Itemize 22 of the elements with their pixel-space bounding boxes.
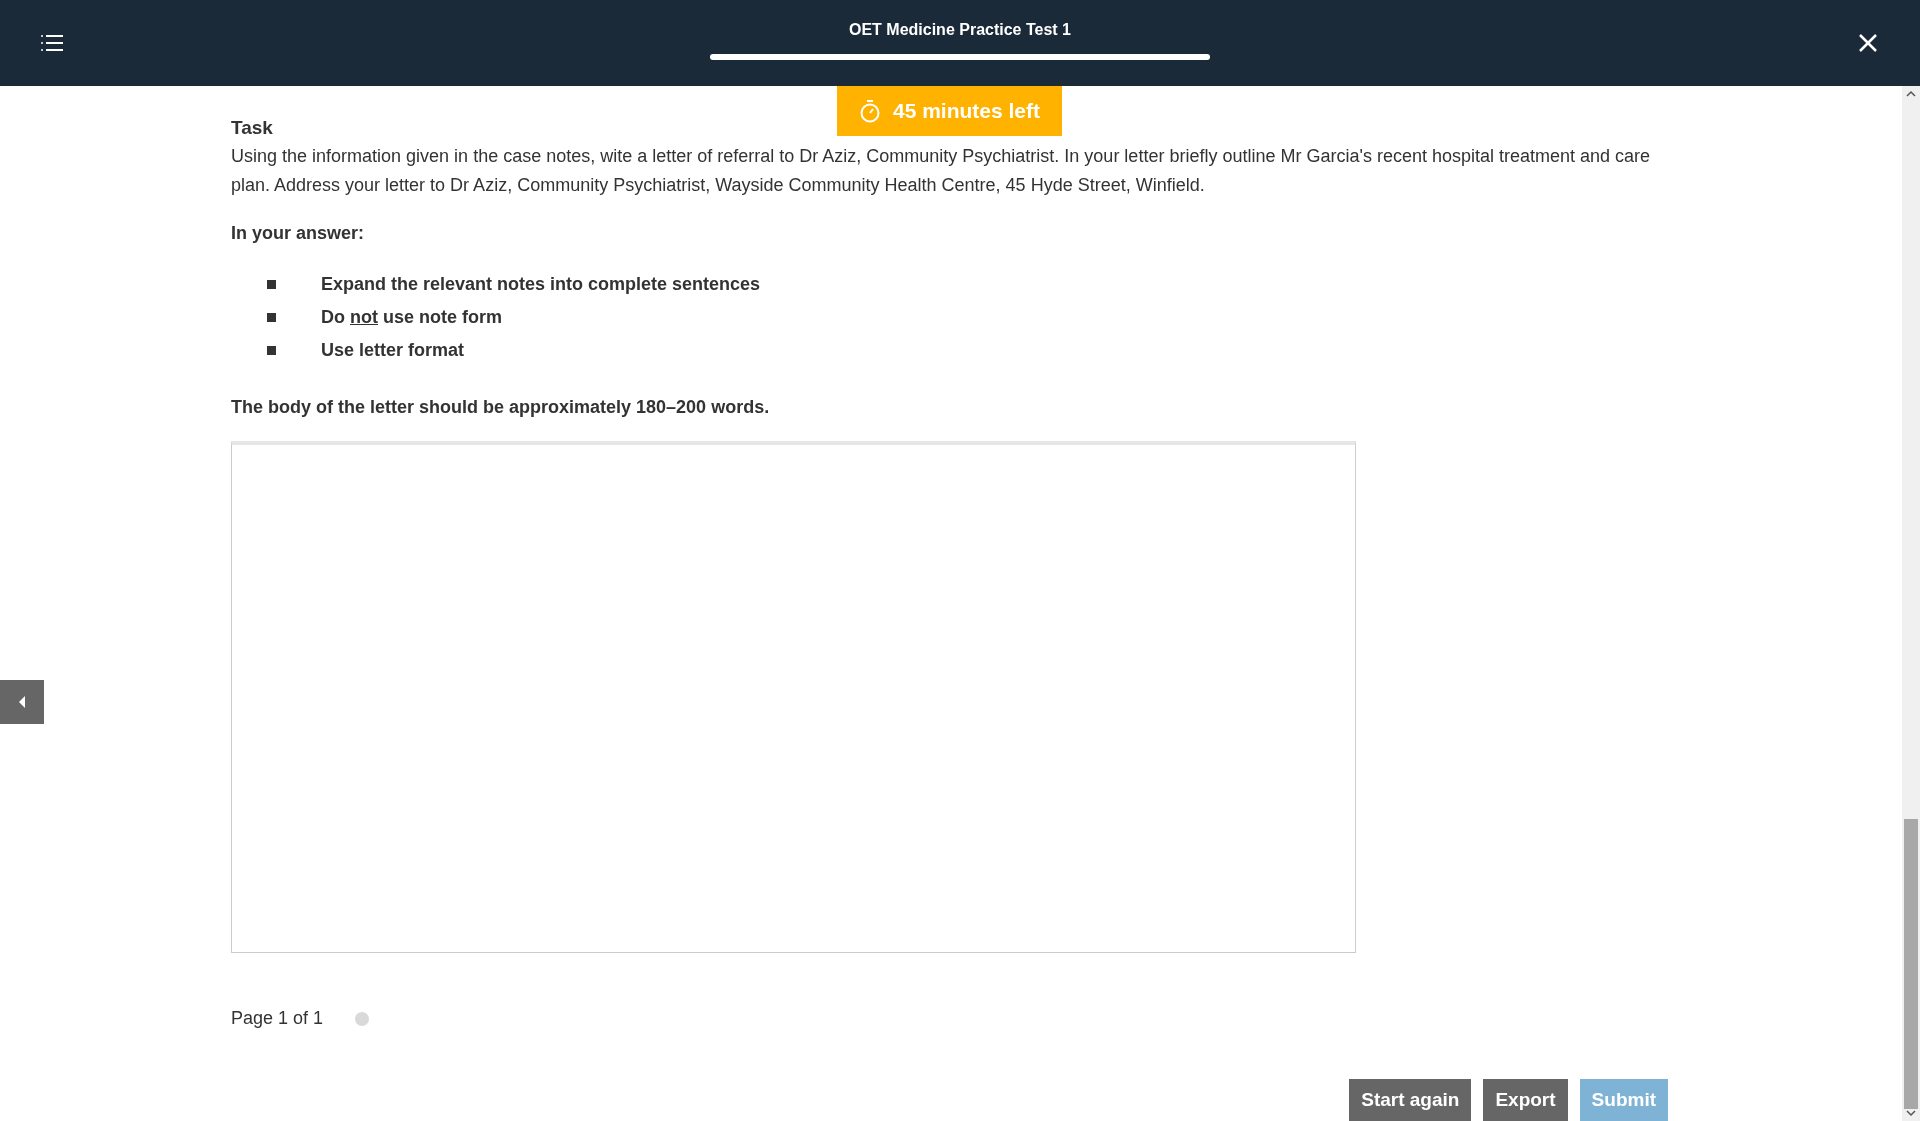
word-count-note: The body of the letter should be approximately 180–200 words. <box>231 396 771 419</box>
page-indicator: Page 1 of 1 <box>231 1007 324 1030</box>
bullet-icon <box>267 313 276 322</box>
action-button[interactable]: Start again <box>1349 1079 1472 1121</box>
instruction-text: Use letter format <box>321 339 465 362</box>
task-heading: Task <box>231 116 274 140</box>
collapse-panel-tab[interactable] <box>0 680 44 724</box>
action-button[interactable]: Export <box>1483 1079 1568 1121</box>
bullet-icon <box>267 280 276 289</box>
answer-heading: In your answer: <box>231 222 366 245</box>
instruction-text: Do not use note form <box>321 306 502 329</box>
bullet-icon <box>267 346 276 355</box>
test-title: OET Medicine Practice Test 1 <box>849 20 1071 40</box>
scroll-up-icon[interactable] <box>1906 90 1916 98</box>
left-arrow-icon <box>17 695 27 709</box>
scroll-down-icon[interactable] <box>1906 1109 1916 1117</box>
instruction-text: Expand the relevant notes into complete sentences <box>321 273 761 296</box>
scrollbar[interactable] <box>1902 86 1920 1121</box>
stopwatch-icon <box>858 99 881 123</box>
task-description: Using the information given in the case notes, wite a letter of referral to Dr Aziz, Community Psychiatrist. In your letter briefly outline Mr Garcia's recent hospital treatment and care plan. Address your letter to Dr Aziz, Community Psychiatrist, Wayside Community Health Centre, 45 Hyde Street, Winfield. <box>231 145 1651 197</box>
timer-badge: 45 minutes left <box>837 86 1062 136</box>
scrollbar-thumb[interactable] <box>1904 819 1918 1109</box>
